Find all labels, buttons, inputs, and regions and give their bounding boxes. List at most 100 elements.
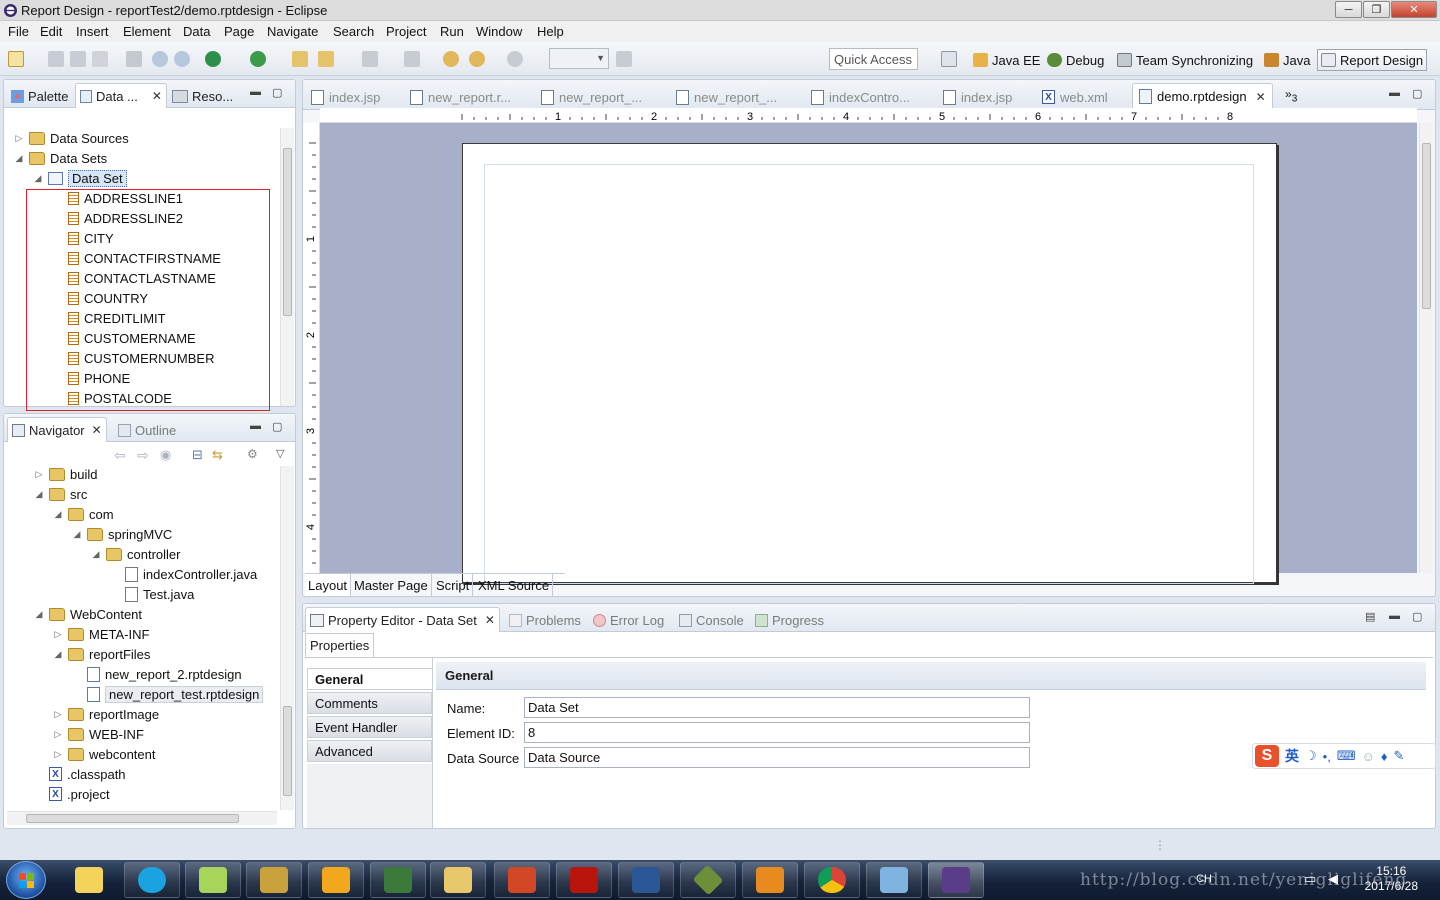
scroll-thumb[interactable] xyxy=(26,814,239,823)
filter-icon[interactable]: ⚙ xyxy=(247,447,258,461)
menu-navigate[interactable]: Navigate xyxy=(267,24,318,39)
perspective-team-sync[interactable]: Team Synchronizing xyxy=(1114,50,1256,70)
category-event-handler[interactable]: Event Handler xyxy=(307,716,432,738)
navigator-item[interactable]: ◢ springMVC xyxy=(72,524,173,544)
tab-error-log[interactable]: Error Log xyxy=(589,609,668,631)
pin-icon[interactable] xyxy=(616,51,632,67)
perspective-java-ee[interactable]: Java EE xyxy=(970,50,1043,70)
new-icon[interactable] xyxy=(8,51,24,67)
view-menu-icon[interactable]: ▤ xyxy=(1365,610,1375,623)
editor-tab[interactable]: new_report.r... xyxy=(404,85,517,109)
forward-icon[interactable] xyxy=(507,51,523,67)
navigator-item[interactable]: ▷ META-INF xyxy=(53,624,150,644)
back-icon[interactable]: ⇦ xyxy=(114,447,126,464)
horizontal-scrollbar[interactable] xyxy=(7,811,277,825)
category-advanced[interactable]: Advanced xyxy=(307,740,432,762)
navigator-item[interactable]: ◢ com xyxy=(53,504,114,524)
navigator-item[interactable]: X .classpath xyxy=(34,764,126,784)
scroll-thumb[interactable] xyxy=(283,148,292,316)
minimize-icon[interactable]: ▬ xyxy=(250,86,261,98)
close-icon[interactable]: ✕ xyxy=(485,613,495,627)
navigator-item[interactable]: ◢ reportFiles xyxy=(53,644,151,664)
expand-icon[interactable]: ▷ xyxy=(34,469,44,480)
maximize-icon[interactable]: ▢ xyxy=(1412,610,1422,623)
taskbar-git[interactable] xyxy=(680,862,736,898)
undo-icon[interactable] xyxy=(152,51,168,67)
quick-access-input[interactable]: Quick Access xyxy=(829,48,918,70)
close-icon[interactable]: ✕ xyxy=(152,89,162,103)
preview-icon[interactable] xyxy=(126,51,142,67)
collapse-icon[interactable]: ◢ xyxy=(91,549,101,560)
navigator-item[interactable]: ▷ build xyxy=(34,464,98,484)
tree-data-sources[interactable]: ▷ Data Sources xyxy=(14,128,129,148)
name-input[interactable]: Data Set xyxy=(524,697,1030,718)
taskbar-media[interactable] xyxy=(742,862,798,898)
redo-icon[interactable] xyxy=(174,51,190,67)
navigator-item[interactable]: ▷ webcontent xyxy=(53,744,156,764)
ime-mode[interactable]: 英 xyxy=(1285,746,1299,766)
taskbar-notes-app[interactable] xyxy=(61,862,117,898)
navigator-item[interactable]: ▷ reportImage xyxy=(53,704,160,724)
element-id-input[interactable]: 8 xyxy=(524,722,1030,743)
taskbar-pdf[interactable] xyxy=(556,862,612,898)
menu-file[interactable]: File xyxy=(8,24,29,39)
zoom-combo[interactable]: ▼ xyxy=(549,48,609,69)
tab-xml-source[interactable]: XML Source xyxy=(475,574,554,596)
editor-tab[interactable]: index.jsp xyxy=(937,85,1018,109)
editor-tab[interactable]: indexContro... xyxy=(805,85,916,109)
menu-element[interactable]: Element xyxy=(123,24,171,39)
editor-tab[interactable]: index.jsp xyxy=(305,85,386,109)
taskbar-paint[interactable] xyxy=(866,862,922,898)
tree-data-set[interactable]: ◢ Data Set xyxy=(33,168,127,188)
sogou-logo-icon[interactable]: S xyxy=(1255,745,1279,767)
tab-property-editor[interactable]: Property Editor - Data Set ✕ xyxy=(305,607,500,632)
editor-tab[interactable]: Xweb.xml xyxy=(1036,85,1114,109)
forward-icon[interactable]: ⇨ xyxy=(137,447,149,464)
tab-outline[interactable]: Outline xyxy=(114,419,180,441)
scroll-thumb[interactable] xyxy=(283,706,292,796)
more-tabs-button[interactable]: »3 xyxy=(1285,87,1297,104)
collapse-icon[interactable]: ◢ xyxy=(14,153,24,164)
wrench-icon[interactable]: ✎ xyxy=(1394,748,1405,764)
collapse-icon[interactable]: ◢ xyxy=(34,609,44,620)
tab-navigator[interactable]: Navigator ✕ xyxy=(7,417,107,442)
menu-data[interactable]: Data xyxy=(183,24,210,39)
punctuation-icon[interactable]: •, xyxy=(1323,749,1331,764)
maximize-icon[interactable]: ▢ xyxy=(272,86,282,99)
moon-icon[interactable]: ☽ xyxy=(1305,748,1317,764)
collapse-all-icon[interactable]: ⊟ xyxy=(192,447,203,463)
prev-annotation-icon[interactable] xyxy=(404,51,420,67)
navigator-item[interactable]: ◢ WebContent xyxy=(34,604,143,624)
taskbar-eclipse[interactable] xyxy=(928,862,984,898)
collapse-icon[interactable]: ◢ xyxy=(34,489,44,500)
print-icon[interactable] xyxy=(92,51,108,67)
task-icon[interactable] xyxy=(318,51,334,67)
scroll-thumb[interactable] xyxy=(1422,143,1431,309)
taskbar-explorer[interactable] xyxy=(430,862,486,898)
category-general[interactable]: General xyxy=(307,668,432,690)
taskbar-skype[interactable] xyxy=(124,862,180,898)
taskbar-powerpoint[interactable] xyxy=(494,862,550,898)
taskbar-outlook[interactable] xyxy=(308,862,364,898)
tab-resource-explorer[interactable]: Reso... xyxy=(168,85,237,107)
tree-data-sets[interactable]: ◢ Data Sets xyxy=(14,148,108,168)
minimize-icon[interactable]: ▬ xyxy=(1389,87,1400,99)
scrollbar[interactable] xyxy=(280,128,294,406)
expand-icon[interactable]: ▷ xyxy=(53,749,63,760)
tab-data-explorer[interactable]: Data ... ✕ xyxy=(75,83,167,108)
save-all-icon[interactable] xyxy=(70,51,86,67)
next-annotation-icon[interactable] xyxy=(362,51,378,67)
scrollbar[interactable] xyxy=(280,466,294,810)
last-edit-icon[interactable] xyxy=(443,51,459,67)
tab-problems[interactable]: Problems xyxy=(505,609,585,631)
close-window-button[interactable]: ✕ xyxy=(1391,1,1437,18)
taskbar-notepad-plus[interactable] xyxy=(185,862,241,898)
properties-subtab[interactable]: Properties xyxy=(305,633,375,657)
shirt-icon[interactable]: ♦ xyxy=(1381,749,1388,764)
menu-run[interactable]: Run xyxy=(440,24,464,39)
data-source-input[interactable]: Data Source xyxy=(524,747,1030,768)
layout-canvas[interactable] xyxy=(320,123,1417,584)
editor-tab[interactable]: new_report_... xyxy=(670,85,783,109)
collapse-icon[interactable]: ◢ xyxy=(33,173,43,184)
collapse-icon[interactable]: ◢ xyxy=(53,509,63,520)
